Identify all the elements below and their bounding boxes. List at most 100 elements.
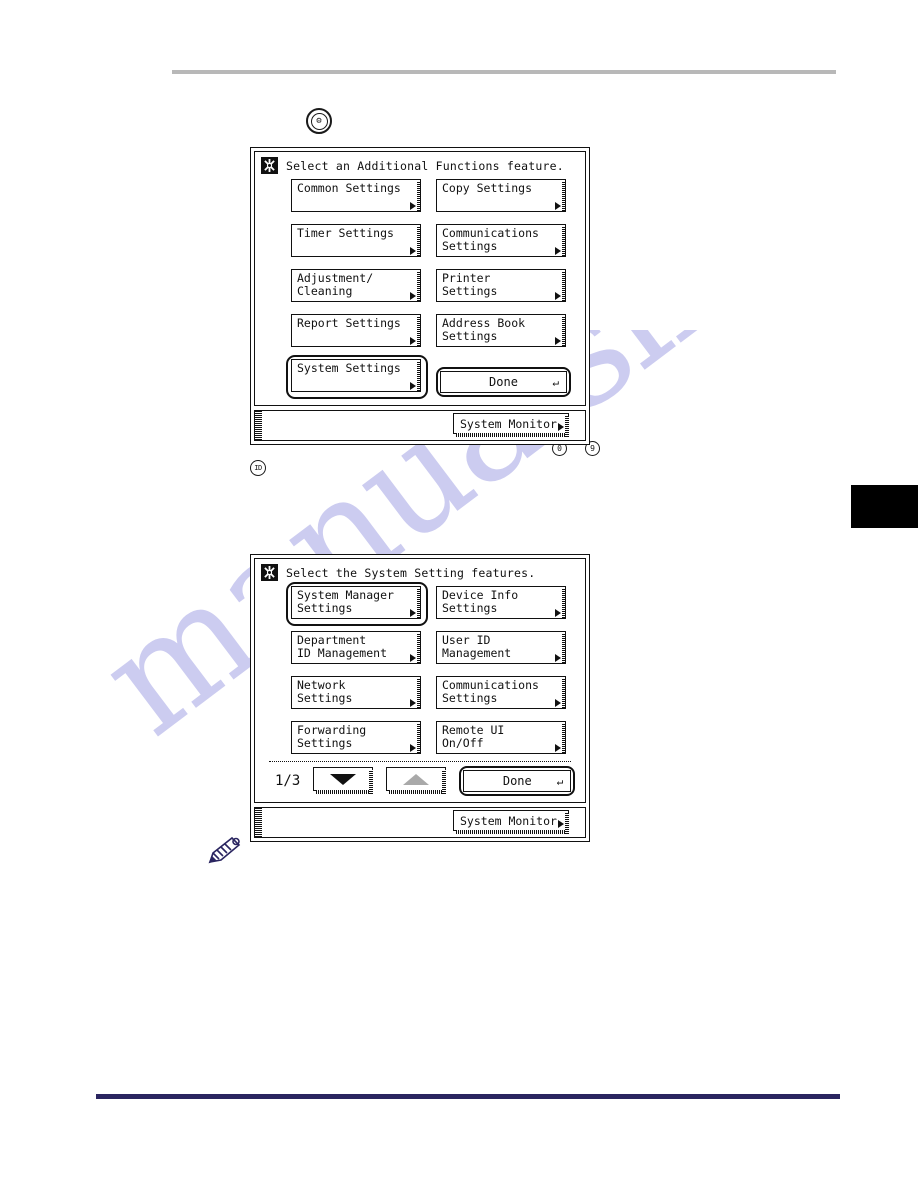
- system-monitor-label: System Monitor: [460, 416, 557, 431]
- button-report-settings[interactable]: Report Settings: [291, 314, 421, 347]
- btn-wrap-department-id-management: Department ID Management: [291, 631, 426, 669]
- lcd-header-1: Select an Additional Functions feature.: [255, 152, 585, 178]
- button-label-line1: Copy Settings: [442, 181, 533, 195]
- chevron-right-icon: [555, 292, 561, 300]
- done-button-2[interactable]: Done ↵: [463, 770, 572, 792]
- button-label-line2: Settings: [442, 329, 498, 343]
- note-pencil-icon: [208, 836, 241, 864]
- btn-wrap-system-settings: System Settings: [286, 355, 428, 399]
- button-system-settings[interactable]: System Settings: [291, 359, 421, 392]
- chevron-down-icon: [330, 773, 357, 785]
- button-label-line2: ID Management: [297, 646, 388, 660]
- done-label: Done: [489, 375, 518, 389]
- id-key-label: ID: [254, 464, 262, 472]
- nav-wrap-up: [386, 767, 450, 795]
- btn-wrap-device-info-settings: Device Info Settings: [436, 586, 571, 624]
- button-label-line2: On/Off: [442, 736, 484, 750]
- numeric-key-9-label: 9: [590, 444, 595, 453]
- enter-return-icon: ↵: [552, 376, 559, 389]
- btn-wrap-network-settings: Network Settings: [291, 676, 426, 714]
- chevron-right-icon: [555, 654, 561, 662]
- btn-wrap-communications-settings: Communications Settings: [436, 224, 571, 262]
- lcd-title-1: Select an Additional Functions feature.: [286, 158, 564, 173]
- lcd-screen-area-2: Select the System Setting features. Syst…: [254, 558, 586, 803]
- nav-wrap-down: [313, 767, 377, 795]
- button-copy-settings[interactable]: Copy Settings: [436, 179, 566, 212]
- done-highlight-ring-2: Done ↵: [459, 766, 576, 796]
- button-department-id-management[interactable]: Department ID Management: [291, 631, 421, 664]
- btn-wrap-system-manager-settings: System Manager Settings: [286, 582, 428, 626]
- btn-wrap-printer-settings: Printer Settings: [436, 269, 571, 307]
- btn-wrap-common-settings: Common Settings: [291, 179, 426, 217]
- done-outer-1: Done ↵: [436, 367, 571, 397]
- button-label-line2: Settings: [297, 736, 353, 750]
- done-button-1[interactable]: Done ↵: [440, 371, 567, 393]
- button-forwarding-settings[interactable]: Forwarding Settings: [291, 721, 421, 754]
- btn-wrap-timer-settings: Timer Settings: [291, 224, 426, 262]
- chevron-right-icon: [410, 654, 416, 662]
- chevron-right-icon: [410, 382, 416, 390]
- button-device-info-settings[interactable]: Device Info Settings: [436, 586, 566, 619]
- scroll-down-button[interactable]: [313, 767, 374, 794]
- system-monitor-wrap-1: System Monitor: [453, 413, 573, 438]
- gear-icon: [261, 157, 278, 174]
- page-indicator: 1/3: [275, 773, 301, 789]
- chapter-edge-tab: [851, 485, 918, 528]
- enter-return-icon: ↵: [556, 775, 564, 788]
- btn-wrap-address-book-settings: Address Book Settings: [436, 314, 571, 352]
- button-label-line2: Management: [442, 646, 512, 660]
- button-label-line2: Settings: [297, 601, 353, 615]
- chevron-right-icon: [410, 337, 416, 345]
- button-label-line1: Timer Settings: [297, 226, 394, 240]
- button-address-book-settings[interactable]: Address Book Settings: [436, 314, 566, 347]
- button-network-settings[interactable]: Network Settings: [291, 676, 421, 709]
- btn-wrap-report-settings: Report Settings: [291, 314, 426, 352]
- button-timer-settings[interactable]: Timer Settings: [291, 224, 421, 257]
- button-label-line2: Settings: [297, 691, 353, 705]
- chevron-right-icon: [410, 247, 416, 255]
- button-user-id-management[interactable]: User ID Management: [436, 631, 566, 664]
- gear-icon: [261, 564, 278, 581]
- system-monitor-bar-1: System Monitor: [254, 410, 586, 441]
- lcd-header-2: Select the System Setting features.: [255, 559, 585, 585]
- page-footer-rule: [96, 1094, 840, 1099]
- button-label-line2: Settings: [442, 691, 498, 705]
- chevron-right-icon: [410, 202, 416, 210]
- lcd-button-grid-2: System Manager Settings Device Info Sett…: [255, 582, 585, 759]
- button-system-manager-settings[interactable]: System Manager Settings: [291, 586, 421, 619]
- chevron-right-icon: [555, 609, 561, 617]
- button-common-settings[interactable]: Common Settings: [291, 179, 421, 212]
- button-communications-settings[interactable]: Communications Settings: [436, 224, 566, 257]
- system-monitor-label: System Monitor: [460, 813, 557, 828]
- id-key-icon: ID: [250, 460, 266, 476]
- chevron-right-icon: [410, 744, 416, 752]
- scroll-up-button[interactable]: [386, 767, 447, 794]
- additional-functions-key-icon: ⚙: [306, 108, 332, 134]
- system-monitor-button-1[interactable]: System Monitor: [453, 413, 569, 437]
- button-printer-settings[interactable]: Printer Settings: [436, 269, 566, 302]
- system-monitor-button-2[interactable]: System Monitor: [453, 810, 569, 834]
- chevron-right-icon: [555, 247, 561, 255]
- chevron-right-icon: [555, 202, 561, 210]
- button-adjustment-cleaning[interactable]: Adjustment/ Cleaning: [291, 269, 421, 302]
- done-outer-2: Done ↵: [459, 766, 576, 796]
- lcd-done-cell-1: Done ↵: [436, 359, 571, 397]
- system-monitor-wrap-2: System Monitor: [453, 810, 573, 835]
- button-remote-ui-on-off[interactable]: Remote UI On/Off: [436, 721, 566, 754]
- lcd-screen-area-1: Select an Additional Functions feature. …: [254, 151, 586, 406]
- btn-wrap-communications-settings-2: Communications Settings: [436, 676, 571, 714]
- btn-wrap-forwarding-settings: Forwarding Settings: [291, 721, 426, 759]
- lcd-button-grid-1: Common Settings Copy Settings Timer Sett…: [255, 178, 585, 399]
- button-label-line1: Common Settings: [297, 181, 401, 195]
- chevron-right-icon: [558, 423, 564, 431]
- button-label-line1: System Settings: [297, 361, 401, 375]
- button-label-line2: Cleaning: [297, 284, 353, 298]
- lcd-panel-additional-functions: Select an Additional Functions feature. …: [250, 147, 590, 445]
- button-label-line1: Printer Settings: [442, 271, 498, 298]
- btn-wrap-adjustment-cleaning: Adjustment/ Cleaning: [291, 269, 426, 307]
- lcd-footer-2: 1/3 Done ↵: [255, 762, 585, 802]
- additional-functions-glyph: ⚙: [310, 112, 328, 130]
- chevron-right-icon: [410, 699, 416, 707]
- button-communications-settings-2[interactable]: Communications Settings: [436, 676, 566, 709]
- done-label: Done: [502, 774, 532, 788]
